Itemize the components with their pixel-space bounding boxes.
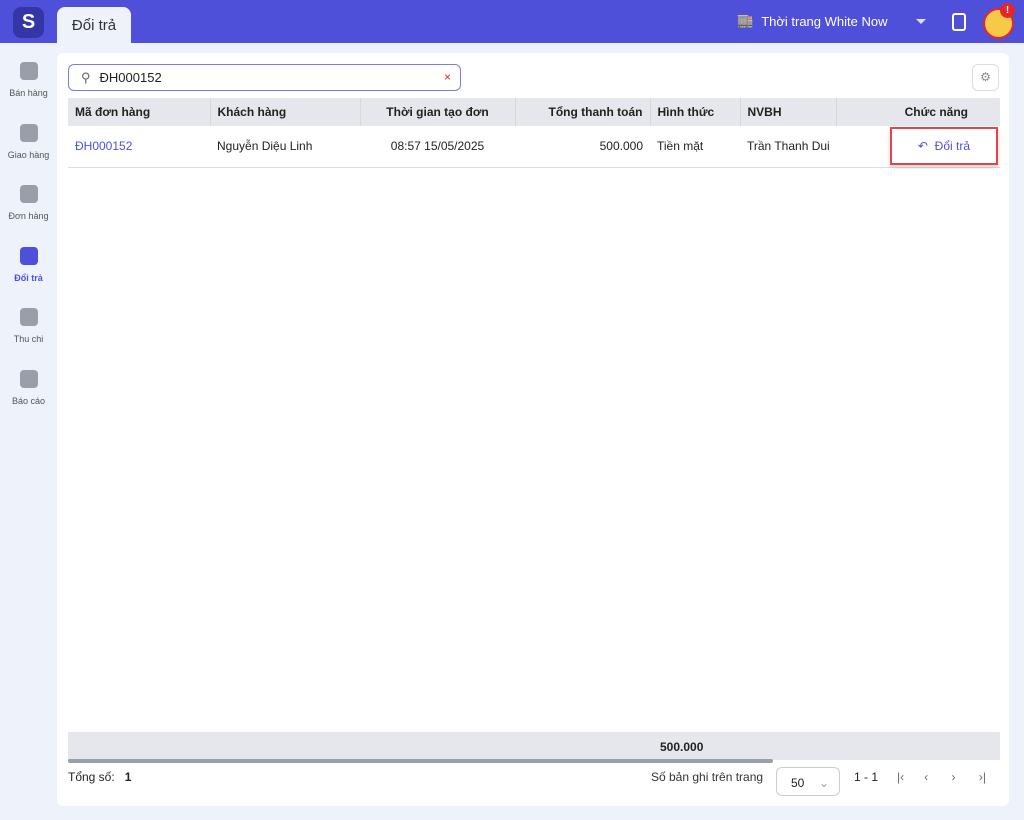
search-value: ĐH000152	[99, 70, 162, 85]
search-icon: ⚲	[81, 69, 91, 85]
chevron-down-icon[interactable]	[916, 19, 926, 24]
first-page-icon[interactable]: |‹	[897, 770, 904, 784]
payment-method: Tiền mặt	[650, 126, 740, 168]
sidebar-label: Thu chi	[13, 334, 44, 344]
orders-table: Mã đơn hàng Khách hàng Thời gian tạo đơn…	[68, 98, 1000, 168]
search-input[interactable]: ⚲ ĐH000152 ×	[68, 64, 461, 91]
chart-icon	[19, 369, 38, 388]
sidebar-label: Đơn hàng	[8, 211, 49, 221]
sidebar-label: Báo cáo	[11, 395, 46, 406]
sidebar-item-don-hang[interactable]: Đơn hàng	[0, 176, 57, 238]
sidebar-item-ban-hang[interactable]: Bán hàng	[0, 53, 57, 115]
document-icon	[19, 185, 38, 203]
sum-total: 500.000	[660, 740, 704, 754]
col-header[interactable]: Tổng thanh toán	[515, 98, 651, 126]
total: 500.000	[515, 126, 650, 168]
table-header: Mã đơn hàng Khách hàng Thời gian tạo đơn…	[68, 98, 1000, 126]
top-bar: S Đổi trả 🏬 Thời trang White Now !	[0, 0, 1024, 43]
sidebar: Bán hàng Giao hàng Đơn hàng Đổi trả Thu …	[0, 53, 57, 422]
col-header[interactable]: Mã đơn hàng	[68, 98, 211, 126]
sidebar-item-thu-chi[interactable]: Thu chi	[0, 299, 57, 361]
order-code-link[interactable]: ĐH000152	[68, 126, 210, 168]
store-icon: 🏬	[737, 13, 754, 28]
app-logo[interactable]: S	[13, 7, 44, 38]
return-icon	[19, 246, 38, 265]
table-row[interactable]: ĐH000152 Nguyễn Diệu Linh 08:57 15/05/20…	[68, 126, 1000, 168]
customer: Nguyễn Diệu Linh	[210, 126, 360, 168]
return-label: Đổi trả	[934, 139, 970, 154]
bag-icon	[19, 62, 38, 80]
sidebar-label: Giao hàng	[7, 149, 50, 160]
per-page-value: 50	[791, 776, 805, 790]
sidebar-item-bao-cao[interactable]: Báo cáo	[0, 361, 57, 423]
prev-page-icon[interactable]: ‹	[924, 770, 928, 784]
undo-icon: ↶	[917, 139, 928, 154]
last-page-icon[interactable]: ›|	[979, 770, 986, 784]
summary-row: 500.000	[68, 732, 1000, 760]
pagination: |‹ ‹ › ›|	[897, 770, 986, 784]
sidebar-label: Bán hàng	[9, 88, 48, 98]
horizontal-scrollbar[interactable]	[68, 759, 773, 763]
per-page-label: Số bản ghi trên trang	[651, 770, 764, 784]
settings-button[interactable]: ⚙	[972, 64, 999, 91]
page-range: 1 - 1	[854, 770, 879, 784]
sidebar-item-giao-hang[interactable]: Giao hàng	[0, 115, 57, 177]
col-header[interactable]: Hình thức	[650, 98, 741, 126]
chevron-down-icon: ⌄	[818, 776, 829, 790]
notification-badge: !	[1000, 3, 1015, 18]
clear-icon[interactable]: ×	[444, 70, 451, 84]
sidebar-label: Đổi trả	[14, 272, 43, 283]
col-header[interactable]: Thời gian tạo đơn	[360, 98, 516, 126]
tab-doi-tra[interactable]: Đổi trả	[57, 7, 131, 43]
col-header: Chức năng	[836, 98, 1000, 126]
clipboard-icon[interactable]	[952, 13, 966, 31]
shop-selector[interactable]: 🏬 Thời trang White Now	[737, 13, 887, 29]
total-label: Tổng số:	[68, 770, 115, 784]
shop-name: Thời trang White Now	[761, 13, 888, 29]
col-header[interactable]: Khách hàng	[210, 98, 361, 126]
created-time: 08:57 15/05/2025	[360, 126, 515, 168]
total-value: 1	[124, 770, 132, 784]
per-page-select[interactable]: 50 ⌄	[776, 767, 840, 796]
return-button[interactable]: ↶ Đổi trả	[889, 127, 998, 166]
col-header[interactable]: NVBH	[740, 98, 838, 126]
sidebar-item-doi-tra[interactable]: Đổi trả	[0, 238, 57, 300]
truck-icon	[19, 123, 38, 142]
total-count: Tổng số: 1	[68, 770, 131, 784]
next-page-icon[interactable]: ›	[951, 770, 955, 784]
staff: Trần Thanh Dui	[740, 126, 837, 168]
gear-icon: ⚙	[980, 70, 991, 84]
main-card: ⚲ ĐH000152 × ⚙ Mã đơn hàng Khách hàng Th…	[57, 53, 1009, 806]
cash-icon	[19, 308, 38, 326]
